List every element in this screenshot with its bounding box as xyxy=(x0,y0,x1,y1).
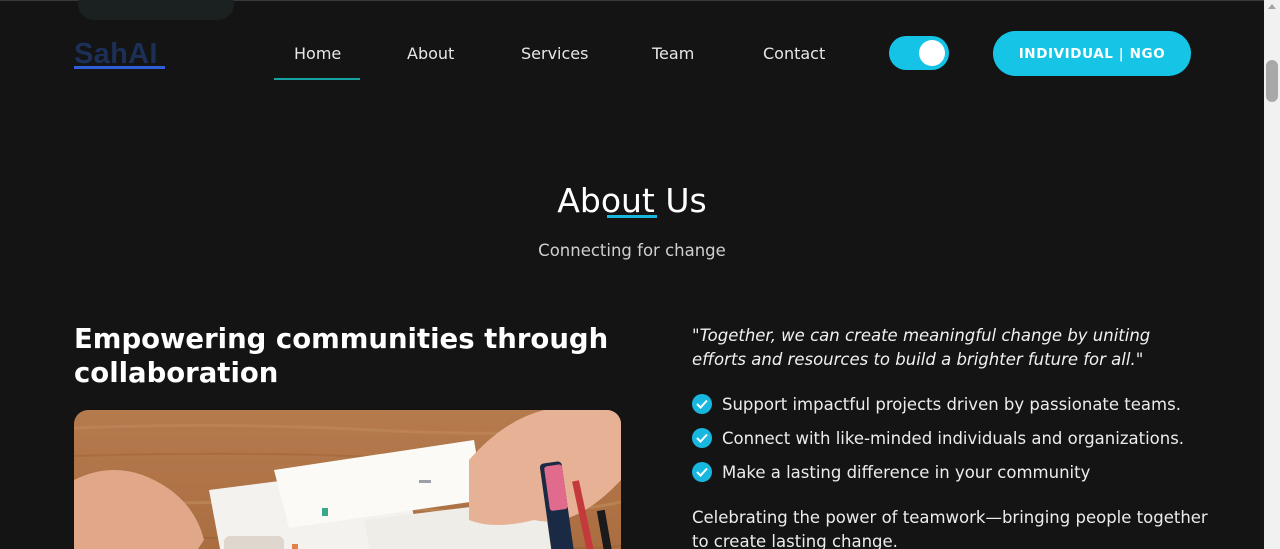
feature-text: Make a lasting difference in your commun… xyxy=(722,462,1091,482)
toggle-knob xyxy=(919,40,945,66)
scrolled-element-remnant xyxy=(78,0,234,20)
nav-team-link[interactable]: Team xyxy=(652,44,694,63)
collaboration-photo xyxy=(74,410,621,549)
nav-active-indicator xyxy=(274,78,360,80)
check-icon xyxy=(692,428,712,448)
closing-paragraph: Celebrating the power of teamwork—bringi… xyxy=(692,508,1208,549)
individual-ngo-button[interactable]: INDIVIDUAL | NGO xyxy=(993,31,1191,76)
desk-illustration xyxy=(74,410,621,549)
feature-text: Support impactful projects driven by pas… xyxy=(722,394,1181,414)
section-subtitle: Connecting for change xyxy=(538,241,726,260)
about-headline: Empowering communities through collabora… xyxy=(74,323,609,389)
feature-item: Support impactful projects driven by pas… xyxy=(692,387,1184,421)
feature-item: Connect with like-minded individuals and… xyxy=(692,421,1184,455)
about-quote: "Together, we can create meaningful chan… xyxy=(692,326,1151,369)
check-icon xyxy=(692,462,712,482)
scrollbar-thumb[interactable] xyxy=(1266,60,1278,102)
feature-list: Support impactful projects driven by pas… xyxy=(692,387,1184,489)
nav-home-link[interactable]: Home xyxy=(294,44,341,63)
feature-text: Connect with like-minded individuals and… xyxy=(722,428,1185,448)
scroll-up-arrow-icon[interactable] xyxy=(1268,4,1276,9)
feature-item: Make a lasting difference in your commun… xyxy=(692,455,1184,489)
check-icon xyxy=(692,394,712,414)
theme-toggle[interactable] xyxy=(889,36,949,70)
vertical-scrollbar[interactable] xyxy=(1264,0,1280,549)
nav-about-link[interactable]: About xyxy=(407,44,454,63)
nav-contact-link[interactable]: Contact xyxy=(763,44,825,63)
logo-underline xyxy=(74,66,165,69)
title-underline xyxy=(607,215,657,218)
nav-services-link[interactable]: Services xyxy=(521,44,588,63)
